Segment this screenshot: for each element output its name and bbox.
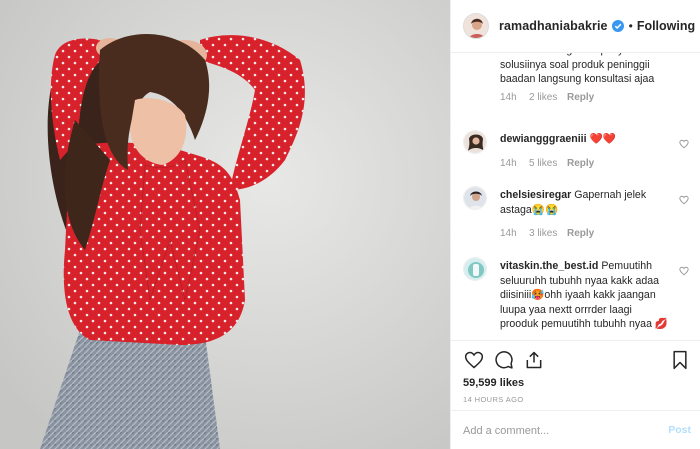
woman-red-polka-dot-blouse-photo bbox=[0, 0, 450, 449]
commenter-avatar[interactable] bbox=[463, 130, 487, 154]
post-author-username[interactable]: ramadhaniabakrie bbox=[499, 19, 608, 33]
header-separator: • bbox=[628, 19, 633, 33]
reply-button[interactable]: Reply bbox=[567, 92, 594, 103]
post-timestamp[interactable]: 14 HOURS AGO bbox=[463, 395, 524, 404]
verified-badge-icon bbox=[611, 20, 624, 32]
post-actions-bar bbox=[463, 349, 691, 371]
reply-button[interactable]: Reply bbox=[567, 158, 594, 169]
comment-username[interactable]: vitaskin.the_best.id bbox=[500, 260, 598, 272]
comment-meta: 14h 3 likes Reply bbox=[500, 228, 594, 239]
commenter-photo-icon bbox=[464, 131, 486, 153]
comment-text: kamu ? Tenang kami punya solusiinya soal… bbox=[500, 53, 655, 85]
comment-message: ❤️❤️ bbox=[589, 133, 616, 145]
comment-likes[interactable]: 2 likes bbox=[529, 92, 567, 103]
comment-likes[interactable]: 3 likes bbox=[529, 228, 567, 239]
comment-item: vitaskin.the_best.id Pemuutihh seluuruhh … bbox=[463, 257, 691, 340]
post-side-panel: ramadhaniabakrie • Following kamu ? Tena… bbox=[450, 0, 700, 449]
comment-username[interactable]: dewiangggraeniii bbox=[500, 133, 587, 145]
heart-icon[interactable] bbox=[463, 349, 485, 371]
reply-button[interactable]: Reply bbox=[567, 228, 594, 239]
post-footer: 59,599 likes 14 HOURS AGO bbox=[451, 340, 700, 409]
profile-photo-icon bbox=[464, 14, 488, 38]
avatar[interactable] bbox=[463, 13, 489, 39]
comment-username[interactable]: chelsiesiregar bbox=[500, 189, 571, 201]
comments-list: kamu ? Tenang kami punya solusiinya soal… bbox=[451, 53, 700, 340]
like-comment-heart-icon[interactable] bbox=[679, 263, 689, 281]
comment-item: dewiangggraeniii ❤️❤️ 14h 5 likes Reply bbox=[463, 130, 691, 180]
add-comment-bar: Post bbox=[451, 410, 700, 449]
bookmark-icon[interactable] bbox=[669, 349, 691, 371]
comment-item: kamu ? Tenang kami punya solusiinya soal… bbox=[463, 53, 691, 103]
comment-likes[interactable]: 5 likes bbox=[529, 158, 567, 169]
post-header: ramadhaniabakrie • Following bbox=[451, 0, 700, 53]
likes-count[interactable]: 59,599 likes bbox=[463, 377, 524, 389]
commenter-avatar[interactable] bbox=[463, 186, 487, 210]
comment-meta: 14h 5 likes Reply bbox=[500, 158, 594, 169]
following-button[interactable]: Following bbox=[637, 19, 695, 33]
comment-text: dewiangggraeniii ❤️❤️ bbox=[500, 132, 670, 147]
comment-time: 14h bbox=[500, 228, 517, 239]
comment-item: chelsiesiregar Gapernah jelek astaga😭😭 14… bbox=[463, 186, 691, 246]
commenter-avatar[interactable] bbox=[463, 257, 487, 281]
like-comment-heart-icon[interactable] bbox=[679, 136, 689, 154]
comment-text: vitaskin.the_best.id Pemuutihh seluuruhh … bbox=[500, 259, 670, 332]
comment-meta: 14h 2 likes Reply bbox=[500, 92, 594, 103]
comment-icon[interactable] bbox=[493, 349, 515, 371]
comment-text: chelsiesiregar Gapernah jelek astaga😭😭 bbox=[500, 188, 670, 217]
comment-time: 14h bbox=[500, 92, 517, 103]
commenter-photo-icon bbox=[464, 187, 486, 209]
like-comment-heart-icon[interactable] bbox=[679, 192, 689, 210]
commenter-photo-icon bbox=[464, 258, 486, 280]
add-comment-input[interactable] bbox=[463, 421, 643, 441]
post-comment-button[interactable]: Post bbox=[668, 424, 691, 436]
comment-time: 14h bbox=[500, 158, 517, 169]
share-icon[interactable] bbox=[523, 349, 545, 371]
post-photo[interactable] bbox=[0, 0, 450, 449]
